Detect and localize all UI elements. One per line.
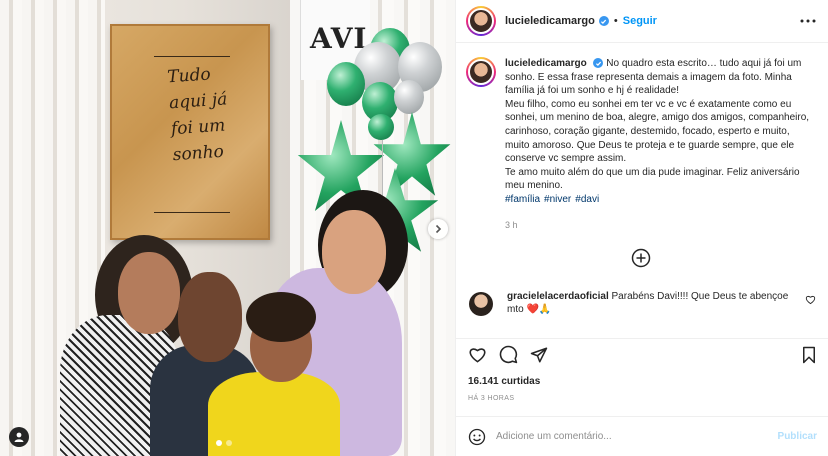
post-details-panel: lucieledicamargo • Seguir lucieledicamar… (455, 0, 828, 456)
comment: gracielelacerdaoficial Parabéns Davi!!!!… (466, 290, 816, 317)
commenter-username[interactable]: gracielelacerdaoficial (507, 291, 609, 302)
balloon (327, 62, 365, 106)
add-comment-bar: Publicar (456, 416, 828, 456)
header-separator: • (613, 15, 618, 27)
follow-button[interactable]: Seguir (623, 15, 657, 27)
balloon (368, 114, 394, 140)
balloon (394, 80, 424, 114)
caption-author-avatar[interactable] (466, 57, 496, 87)
verified-badge-icon (593, 58, 604, 69)
post-date: HÁ 3 HORAS (468, 395, 515, 402)
comments-section: lucieledicamargo No quadro esta escrito…… (456, 43, 828, 338)
next-photo-button[interactable] (428, 219, 448, 239)
hashtag-link[interactable]: #família (505, 194, 540, 205)
post-photo[interactable]: AVI Tudo aqui já foi um sonho (0, 0, 455, 456)
person-woman-face (322, 210, 386, 294)
comment-input[interactable] (496, 431, 778, 442)
like-button[interactable] (468, 345, 487, 364)
caption-username[interactable]: lucieledicamargo (505, 58, 587, 69)
hashtag-link[interactable]: #niver (544, 194, 571, 205)
photo-frame-text: Tudo aqui já foi um sonho (166, 64, 228, 166)
more-horizontal-icon (800, 19, 816, 23)
person-man-face (178, 272, 242, 362)
comment-button[interactable] (499, 345, 518, 364)
emoji-icon (468, 428, 486, 445)
carousel-dot (216, 440, 222, 446)
load-more-comments-button[interactable] (466, 248, 816, 268)
carousel-dot (226, 440, 232, 446)
verified-badge-icon (598, 16, 609, 26)
comment-icon (499, 345, 518, 364)
commenter-avatar[interactable] (469, 291, 493, 316)
caption: lucieledicamargo No quadro esta escrito…… (466, 57, 816, 207)
author-avatar[interactable] (466, 6, 496, 36)
heart-icon (469, 348, 486, 363)
photo-wooden-frame: Tudo aqui já foi um sonho (110, 24, 270, 240)
likes-count[interactable]: 16.141 curtidas (468, 376, 540, 387)
heart-icon (805, 295, 816, 304)
emoji-button[interactable] (468, 428, 486, 446)
carousel-indicator (216, 440, 232, 446)
bookmark-icon (803, 346, 815, 363)
share-button[interactable] (530, 346, 548, 364)
post-actions-bar (456, 338, 828, 370)
save-button[interactable] (801, 346, 817, 364)
user-icon (14, 432, 24, 442)
caption-text: No quadro esta escrito… tudo aqui já foi… (505, 58, 810, 192)
person-girl-face (118, 252, 180, 334)
person-boy-hair (246, 292, 316, 342)
hashtag-link[interactable]: #davi (575, 194, 599, 205)
caption-time: 3 h (505, 219, 518, 230)
tagged-users-button[interactable] (9, 427, 29, 447)
chevron-right-icon (435, 224, 442, 234)
more-options-button[interactable] (800, 19, 816, 23)
like-comment-button[interactable] (805, 290, 816, 317)
post-header: lucieledicamargo • Seguir (456, 0, 828, 43)
send-icon (530, 347, 548, 362)
plus-circle-icon (631, 248, 651, 267)
publish-button[interactable]: Publicar (778, 431, 817, 442)
author-username[interactable]: lucieledicamargo (505, 15, 595, 27)
caption-hashtags: #família #niver #davi (505, 193, 810, 207)
